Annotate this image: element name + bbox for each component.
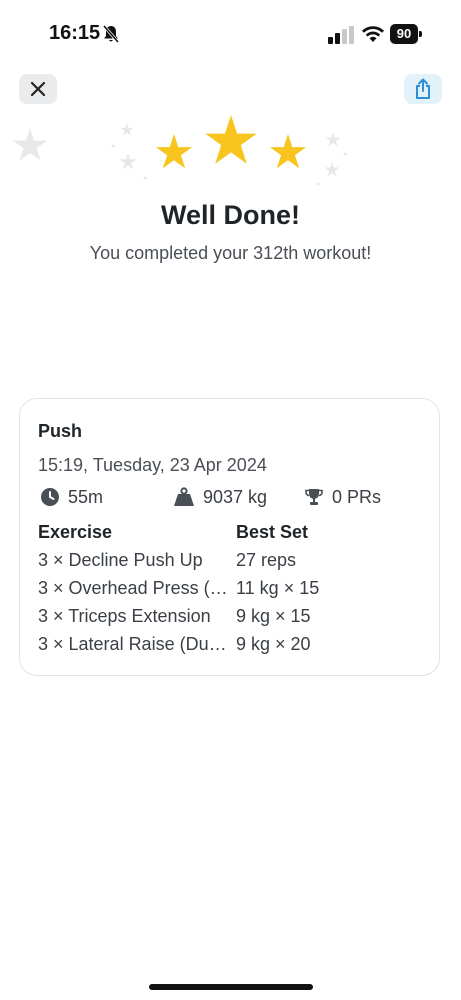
battery-indicator: 90 (390, 24, 422, 44)
status-time: 16:15 (49, 22, 101, 44)
clock-icon (41, 488, 59, 506)
exercise-name: 3 × Triceps Extension (38, 606, 211, 626)
exercise-row: 3 × Overhead Press (Dumbbell) 11 kg × 15 (20, 578, 441, 604)
rating-stars (12, 115, 347, 186)
close-button[interactable] (19, 74, 57, 104)
exercise-row: 3 × Lateral Raise (Dumbbell) 9 kg × 20 (20, 634, 441, 660)
share-button[interactable] (404, 74, 442, 104)
exercise-name: 3 × Decline Push Up (38, 550, 203, 570)
signal-icon (328, 26, 354, 44)
page-title: Well Done! (160, 200, 300, 230)
exercise-row: 3 × Triceps Extension 9 kg × 15 (20, 606, 441, 632)
best-set-value: 27 reps (236, 550, 297, 570)
best-set-value: 11 kg × 15 (236, 578, 320, 598)
duration-stat: 55m (40, 486, 103, 508)
workout-name: Push (38, 421, 83, 441)
page-subtitle: You completed your 312th workout! (89, 243, 372, 263)
weight-icon (174, 487, 194, 506)
trophy-icon (305, 489, 323, 505)
star-icon (155, 134, 193, 169)
exercise-name: 3 × Overhead Press (Dumbbell) (38, 578, 228, 598)
duration-value: 55m (68, 486, 104, 507)
exercise-column-header: Exercise (38, 522, 113, 542)
exercise-name: 3 × Lateral Raise (Dumbbell) (38, 634, 228, 654)
best-set-value: 9 kg × 20 (236, 634, 311, 654)
battery-level: 90 (396, 26, 412, 41)
bell-off-icon (102, 25, 120, 43)
home-indicator[interactable] (149, 984, 313, 990)
status-bar: 16:15 90 (0, 0, 461, 60)
prs-value: 0 PRs (332, 486, 382, 507)
workout-date: 15:19, Tuesday, 23 Apr 2024 (38, 455, 267, 475)
close-icon (30, 81, 46, 97)
best-set-column-header: Best Set (236, 522, 309, 542)
wifi-icon (362, 26, 384, 42)
volume-value: 9037 kg (203, 486, 268, 507)
workout-summary-card[interactable]: Push 15:19, Tuesday, 23 Apr 2024 55m 903… (19, 398, 440, 676)
exercise-row: 3 × Decline Push Up 27 reps (20, 550, 441, 576)
star-icon (205, 115, 257, 164)
best-set-value: 9 kg × 15 (236, 606, 311, 626)
star-icon (269, 134, 307, 169)
volume-stat: 9037 kg (173, 486, 267, 508)
share-icon (416, 78, 430, 99)
prs-stat: 0 PRs (304, 486, 381, 508)
